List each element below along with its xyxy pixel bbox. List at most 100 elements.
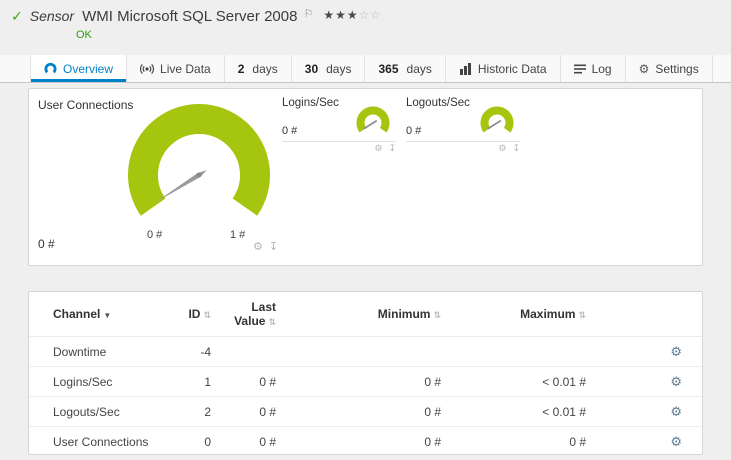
sort-icon: ⇅ — [578, 310, 586, 320]
overview-gauge-icon — [44, 62, 57, 74]
table-header-row: Channel ▼ ID ⇅ Last Value ⇅ Minimum ⇅ Maximu… — [29, 292, 702, 336]
sensor-page: ✓ Sensor WMI Microsoft SQL Server 2008 ⚐… — [0, 0, 731, 460]
table-row: Downtime -4 ⚙ — [29, 336, 702, 366]
tab-label: Live Data — [160, 61, 211, 76]
sort-desc-icon: ▼ — [103, 311, 112, 320]
tab-number: 30 — [304, 61, 319, 76]
tab-historic-data[interactable]: Historic Data — [444, 55, 560, 82]
object-kind-label: Sensor — [29, 8, 75, 24]
sort-icon: ⇅ — [433, 310, 441, 320]
stars-empty: ☆☆ — [358, 8, 383, 22]
channel-id: 0 — [204, 434, 211, 449]
tab-label: Historic Data — [477, 61, 547, 76]
gauge-settings-icon[interactable]: ⚙ — [374, 143, 382, 153]
logins-gauge-title: Logins/Sec — [282, 97, 339, 109]
tab-number: 2 — [237, 61, 245, 76]
tab-label: Settings — [655, 61, 699, 76]
table-row: Logins/Sec 1 0 # 0 # < 0.01 # ⚙ — [29, 366, 702, 396]
live-data-icon — [140, 63, 155, 74]
channel-maximum: < 0.01 # — [542, 374, 586, 389]
channel-last-value: 0 # — [259, 374, 276, 389]
tab-label: days — [406, 61, 432, 76]
table-row: User Connections 0 0 # 0 # 0 # ⚙ — [29, 426, 702, 454]
logouts-gauge-title: Logouts/Sec — [406, 97, 470, 109]
logouts-gauge-actions: ⚙ ↧ — [492, 143, 520, 154]
channel-name: Logins/Sec — [53, 374, 113, 389]
stars-filled: ★★★ — [323, 8, 359, 22]
channel-id: 2 — [204, 404, 211, 419]
tab-label: days — [326, 61, 352, 76]
channel-last-value: 0 # — [259, 434, 276, 449]
channel-name: Logouts/Sec — [53, 404, 120, 419]
sort-icon: ⇅ — [203, 310, 211, 320]
user-connections-gauge — [128, 104, 270, 216]
channel-id: 1 — [204, 374, 211, 389]
column-header-id[interactable]: ID ⇅ — [163, 307, 211, 321]
channel-minimum: 0 # — [424, 374, 441, 389]
tab-365-days[interactable]: 365 days — [364, 55, 444, 82]
main-gauge-value: 0 # — [38, 237, 55, 251]
gauge-download-icon[interactable]: ↧ — [388, 143, 396, 153]
tab-number: 365 — [378, 61, 399, 76]
channel-name: Downtime — [53, 344, 107, 359]
table-row: Logouts/Sec 2 0 # 0 # < 0.01 # ⚙ — [29, 396, 702, 426]
log-list-icon — [573, 64, 586, 73]
logins-gauge-actions: ⚙ ↧ — [368, 143, 396, 154]
channel-settings-icon[interactable]: ⚙ — [670, 404, 682, 419]
logins-gauge-value: 0 # — [282, 125, 298, 137]
channel-maximum: < 0.01 # — [542, 404, 586, 419]
column-header-channel[interactable]: Channel ▼ — [53, 307, 163, 321]
main-gauge-actions: ⚙ ↧ — [247, 240, 278, 253]
gauge-settings-icon[interactable]: ⚙ — [253, 241, 263, 253]
tab-label: days — [252, 61, 278, 76]
tab-live-data[interactable]: Live Data — [126, 55, 224, 82]
channel-settings-icon[interactable]: ⚙ — [670, 374, 682, 389]
tab-label: Log — [591, 61, 612, 76]
gauge-download-icon[interactable]: ↧ — [269, 241, 278, 253]
settings-gear-icon: ⚙ — [638, 61, 650, 76]
channel-minimum: 0 # — [424, 404, 441, 419]
logins-gauge — [356, 106, 390, 133]
sensor-header: ✓ Sensor WMI Microsoft SQL Server 2008 ⚐… — [0, 0, 731, 41]
logouts-gauge-block: Logouts/Sec 0 # ⚙ ↧ — [406, 97, 520, 159]
channel-name: User Connections — [53, 434, 149, 449]
channel-minimum: 0 # — [424, 434, 441, 449]
logouts-gauge — [480, 106, 514, 133]
gauge-download-icon[interactable]: ↧ — [512, 143, 520, 153]
tab-log[interactable]: Log — [559, 55, 625, 82]
channel-id: -4 — [200, 344, 211, 359]
gauges-panel: User Connections 0 # 1 # 0 # ⚙ ↧ Logins/S… — [28, 88, 703, 266]
status-check-icon: ✓ — [11, 8, 23, 24]
logins-gauge-block: Logins/Sec 0 # ⚙ ↧ — [282, 97, 396, 159]
page-title: WMI Microsoft SQL Server 2008 — [82, 8, 298, 25]
channel-settings-icon[interactable]: ⚙ — [670, 434, 682, 449]
tab-overview[interactable]: Overview — [30, 55, 127, 82]
divider — [282, 141, 396, 142]
status-badge: OK — [76, 29, 92, 41]
channel-maximum: 0 # — [569, 434, 586, 449]
historic-data-chart-icon — [459, 62, 471, 75]
tab-bar: Overview Live Data 2 days 30 days 365 da… — [0, 55, 731, 83]
tab-30-days[interactable]: 30 days — [290, 55, 365, 82]
gauge-scale-min: 0 # — [147, 229, 163, 241]
tab-2-days[interactable]: 2 days — [223, 55, 291, 82]
priority-stars[interactable]: ★★★☆☆ — [323, 8, 382, 22]
gauge-scale-max: 1 # — [230, 229, 246, 241]
column-label: Maximum — [520, 307, 576, 321]
column-header-last-value[interactable]: Last Value ⇅ — [211, 300, 276, 328]
column-header-maximum[interactable]: Maximum ⇅ — [441, 307, 586, 321]
tab-settings[interactable]: ⚙ Settings — [624, 55, 713, 82]
column-label: ID — [188, 307, 201, 321]
divider — [406, 141, 520, 142]
channel-last-value: 0 # — [259, 404, 276, 419]
logouts-gauge-value: 0 # — [406, 125, 422, 137]
channels-table-panel: Channel ▼ ID ⇅ Last Value ⇅ Minimum ⇅ Maximu… — [28, 291, 703, 455]
column-header-minimum[interactable]: Minimum ⇅ — [276, 307, 441, 321]
column-label: Channel — [53, 307, 101, 321]
flag-icon[interactable]: ⚐ — [303, 7, 313, 20]
channel-settings-icon[interactable]: ⚙ — [670, 344, 682, 359]
gauge-settings-icon[interactable]: ⚙ — [498, 143, 506, 153]
tab-label: Overview — [63, 61, 114, 76]
sort-icon: ⇅ — [268, 317, 276, 327]
column-label: Minimum — [377, 307, 431, 321]
